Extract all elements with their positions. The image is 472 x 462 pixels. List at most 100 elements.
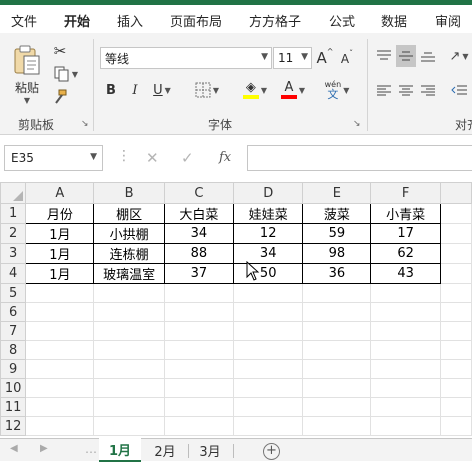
cell[interactable] xyxy=(163,397,235,417)
row-header[interactable]: 2 xyxy=(0,223,27,244)
table-cell[interactable]: 50 xyxy=(233,263,304,284)
cell[interactable] xyxy=(302,283,372,303)
cell[interactable] xyxy=(25,321,95,341)
cell[interactable] xyxy=(370,378,441,398)
borders-button[interactable]: ▼ xyxy=(190,80,224,100)
paste-button[interactable]: 粘贴 ▼ xyxy=(10,39,44,109)
cell[interactable] xyxy=(370,302,441,322)
font-color-button[interactable]: A ▼ xyxy=(276,78,310,102)
cell[interactable] xyxy=(25,416,95,436)
tab-formulas[interactable]: 公式 xyxy=(329,11,355,30)
cell[interactable] xyxy=(370,359,441,379)
font-name-combobox[interactable]: 等线 ▼ xyxy=(100,47,272,69)
cell[interactable] xyxy=(439,283,472,303)
cell[interactable] xyxy=(439,263,472,284)
cell[interactable] xyxy=(302,378,372,398)
cell[interactable] xyxy=(163,321,235,341)
tab-review[interactable]: 审阅 xyxy=(435,11,461,30)
column-header-d[interactable]: D xyxy=(233,182,304,204)
cell[interactable] xyxy=(233,302,304,322)
table-cell[interactable]: 34 xyxy=(163,223,235,244)
cell[interactable] xyxy=(302,321,372,341)
row-header[interactable]: 5 xyxy=(0,283,27,303)
cell[interactable] xyxy=(233,340,304,360)
add-sheet-icon[interactable]: + xyxy=(263,443,280,460)
enter-check-icon[interactable]: ✓ xyxy=(181,149,194,167)
align-top-button[interactable] xyxy=(374,45,394,67)
cell[interactable] xyxy=(93,416,165,436)
cell[interactable] xyxy=(439,243,472,264)
cell[interactable] xyxy=(25,340,95,360)
column-header-a[interactable]: A xyxy=(25,182,95,204)
row-header[interactable]: 4 xyxy=(0,263,27,284)
grow-font-button[interactable]: A ^ xyxy=(316,47,334,69)
cell[interactable] xyxy=(302,416,372,436)
cell[interactable] xyxy=(439,321,472,341)
cancel-icon[interactable]: ✕ xyxy=(146,149,159,167)
select-all-corner[interactable] xyxy=(0,182,27,204)
table-cell[interactable]: 98 xyxy=(302,243,372,264)
dialog-launcher-icon[interactable]: ↘ xyxy=(81,119,89,129)
cell[interactable] xyxy=(302,302,372,322)
cell[interactable] xyxy=(233,283,304,303)
decrease-indent-button[interactable] xyxy=(446,80,472,102)
cell[interactable] xyxy=(302,340,372,360)
align-bottom-button[interactable] xyxy=(418,45,438,67)
table-cell[interactable]: 1月 xyxy=(25,223,95,244)
italic-button[interactable]: I xyxy=(127,80,143,100)
table-header-cell[interactable]: 菠菜 xyxy=(302,203,372,224)
scroll-right-icon[interactable]: ▶ xyxy=(40,443,48,454)
cell[interactable] xyxy=(370,416,441,436)
fill-color-button[interactable]: ◈ ▼ xyxy=(238,78,272,102)
row-header[interactable]: 12 xyxy=(0,416,27,436)
table-cell[interactable]: 36 xyxy=(302,263,372,284)
align-right-button[interactable] xyxy=(418,80,438,102)
sheet-tab-1[interactable]: 1月 xyxy=(99,438,141,462)
cell[interactable] xyxy=(302,397,372,417)
table-header-cell[interactable]: 月份 xyxy=(25,203,95,224)
cell[interactable] xyxy=(439,359,472,379)
cell[interactable] xyxy=(93,397,165,417)
cell[interactable] xyxy=(25,397,95,417)
orientation-button[interactable]: ↗ ▼ xyxy=(446,45,472,67)
cell[interactable] xyxy=(25,302,95,322)
sheet-tab-2[interactable]: 2月 xyxy=(145,438,185,462)
cell[interactable] xyxy=(233,416,304,436)
cell[interactable] xyxy=(233,397,304,417)
table-cell[interactable]: 连栋棚 xyxy=(93,243,165,264)
cell[interactable] xyxy=(163,378,235,398)
table-cell[interactable]: 17 xyxy=(370,223,441,244)
table-cell[interactable]: 62 xyxy=(370,243,441,264)
copy-button[interactable]: ▼ xyxy=(50,64,82,84)
tab-page-layout[interactable]: 页面布局 xyxy=(170,11,222,30)
cell[interactable] xyxy=(163,302,235,322)
cell[interactable] xyxy=(439,378,472,398)
row-header[interactable]: 8 xyxy=(0,340,27,360)
column-header-e[interactable]: E xyxy=(302,182,372,204)
row-header[interactable]: 1 xyxy=(0,203,27,224)
sheet-tab-3[interactable]: 3月 xyxy=(190,438,230,462)
cell[interactable] xyxy=(439,340,472,360)
table-cell[interactable]: 37 xyxy=(163,263,235,284)
tab-data[interactable]: 数据 xyxy=(381,11,407,30)
cell[interactable] xyxy=(370,283,441,303)
table-cell[interactable]: 玻璃温室 xyxy=(93,263,165,284)
align-middle-button[interactable] xyxy=(396,45,416,67)
table-cell[interactable]: 12 xyxy=(233,223,304,244)
column-header-g[interactable] xyxy=(439,182,472,204)
table-cell[interactable]: 88 xyxy=(163,243,235,264)
cell[interactable] xyxy=(93,283,165,303)
cell[interactable] xyxy=(233,378,304,398)
cell[interactable] xyxy=(439,223,472,244)
cell[interactable] xyxy=(25,283,95,303)
cell[interactable] xyxy=(163,283,235,303)
cell[interactable] xyxy=(439,397,472,417)
column-header-c[interactable]: C xyxy=(163,182,235,204)
worksheet-grid[interactable]: A B C D E F 1 月份 棚区 大白菜 娃娃菜 菠菜 小青菜 2 1月 … xyxy=(0,182,472,438)
table-cell[interactable]: 1月 xyxy=(25,243,95,264)
table-cell[interactable]: 34 xyxy=(233,243,304,264)
formula-input[interactable] xyxy=(247,145,472,171)
shrink-font-button[interactable]: Aˇ xyxy=(338,49,356,69)
row-header[interactable]: 9 xyxy=(0,359,27,379)
tab-fangfang[interactable]: 方方格子 xyxy=(249,11,301,30)
